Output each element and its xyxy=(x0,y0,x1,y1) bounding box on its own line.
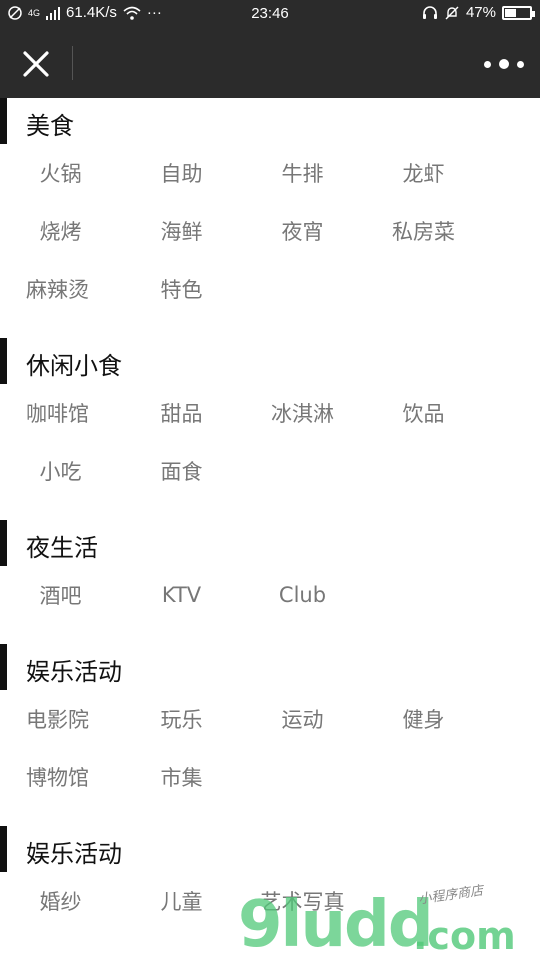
section-title-text: 夜生活 xyxy=(26,534,98,562)
category-item[interactable]: 龙虾 xyxy=(363,144,484,202)
category-item[interactable]: 酒吧 xyxy=(0,566,121,624)
category-item[interactable]: 自助 xyxy=(121,144,242,202)
category-item[interactable]: 市集 xyxy=(121,748,242,806)
more-options-button[interactable] xyxy=(484,50,524,78)
category-item[interactable]: 夜宵 xyxy=(242,202,363,260)
nav-divider xyxy=(72,46,73,80)
category-section: 美食火锅 自助 牛排 龙虾烧烤 海鲜 夜宵 私房菜麻辣烫 特色 xyxy=(0,98,540,338)
category-items: 咖啡馆 甜品 冰淇淋 饮品小吃 面食 xyxy=(0,384,540,500)
category-item[interactable]: 艺术写真 xyxy=(242,872,363,930)
section-title-bar xyxy=(0,826,7,872)
category-section: 娱乐活动电影院 玩乐 运动 健身博物馆 市集 xyxy=(0,644,540,826)
more-dot-icon xyxy=(484,60,491,68)
category-items: 火锅 自助 牛排 龙虾烧烤 海鲜 夜宵 私房菜麻辣烫 特色 xyxy=(0,144,540,318)
category-item[interactable]: 儿童 xyxy=(121,872,242,930)
section-title: 娱乐活动 xyxy=(0,644,540,690)
more-dot-icon xyxy=(499,59,509,69)
section-title-text: 休闲小食 xyxy=(26,352,122,380)
category-item[interactable]: KTV xyxy=(121,566,242,624)
category-items: 酒吧 KTV Club xyxy=(0,566,540,624)
category-item[interactable]: 甜品 xyxy=(121,384,242,442)
category-item[interactable]: 玩乐 xyxy=(121,690,242,748)
category-item[interactable]: 健身 xyxy=(363,690,484,748)
category-section: 夜生活酒吧 KTV Club xyxy=(0,520,540,644)
category-item[interactable]: 牛排 xyxy=(242,144,363,202)
status-right: 47% xyxy=(422,4,535,21)
category-item[interactable]: 火锅 xyxy=(0,144,121,202)
section-title-bar xyxy=(0,644,7,690)
category-items: 婚纱 儿童 艺术写真 xyxy=(0,872,540,930)
category-item[interactable]: 博物馆 xyxy=(0,748,121,806)
section-title: 美食 xyxy=(0,98,540,144)
category-item[interactable]: 特色 xyxy=(121,260,242,318)
section-title-text: 娱乐活动 xyxy=(26,658,122,686)
section-title-text: 美食 xyxy=(26,112,74,140)
section-title: 休闲小食 xyxy=(0,338,540,384)
headset-icon xyxy=(422,5,437,19)
battery-fill xyxy=(505,8,516,17)
close-icon xyxy=(23,51,49,77)
status-bar: 4G 61.4K/s ··· 23:46 47% xyxy=(0,0,540,28)
category-item[interactable]: 面食 xyxy=(121,442,242,500)
category-item[interactable]: 麻辣烫 xyxy=(0,260,121,318)
category-item[interactable]: 运动 xyxy=(242,690,363,748)
mute-bell-icon xyxy=(445,6,459,19)
category-section: 休闲小食咖啡馆 甜品 冰淇淋 饮品小吃 面食 xyxy=(0,338,540,520)
category-item[interactable]: 烧烤 xyxy=(0,202,121,260)
section-title-bar xyxy=(0,520,7,566)
nav-bar xyxy=(0,28,540,98)
category-item[interactable]: 电影院 xyxy=(0,690,121,748)
category-item[interactable]: 海鲜 xyxy=(121,202,242,260)
category-section: 娱乐活动婚纱 儿童 艺术写真 xyxy=(0,826,540,950)
category-item[interactable]: 小吃 xyxy=(0,442,121,500)
category-item[interactable]: 饮品 xyxy=(363,384,484,442)
category-item[interactable]: Club xyxy=(242,566,363,624)
more-dot-icon xyxy=(517,60,524,68)
category-list: 美食火锅 自助 牛排 龙虾烧烤 海鲜 夜宵 私房菜麻辣烫 特色休闲小食咖啡馆 甜品 冰淇淋 饮品小吃… xyxy=(0,98,540,950)
battery-icon xyxy=(502,5,535,20)
category-item[interactable]: 冰淇淋 xyxy=(242,384,363,442)
category-items: 电影院 玩乐 运动 健身博物馆 市集 xyxy=(0,690,540,806)
category-item[interactable]: 咖啡馆 xyxy=(0,384,121,442)
section-title-bar xyxy=(0,98,7,144)
close-button[interactable] xyxy=(14,42,58,86)
section-title-bar xyxy=(0,338,7,384)
section-title-text: 娱乐活动 xyxy=(26,840,122,868)
section-title: 夜生活 xyxy=(0,520,540,566)
category-item[interactable]: 婚纱 xyxy=(0,872,121,930)
battery-percent: 47% xyxy=(465,4,496,21)
category-item[interactable]: 私房菜 xyxy=(363,202,484,260)
section-title: 娱乐活动 xyxy=(0,826,540,872)
